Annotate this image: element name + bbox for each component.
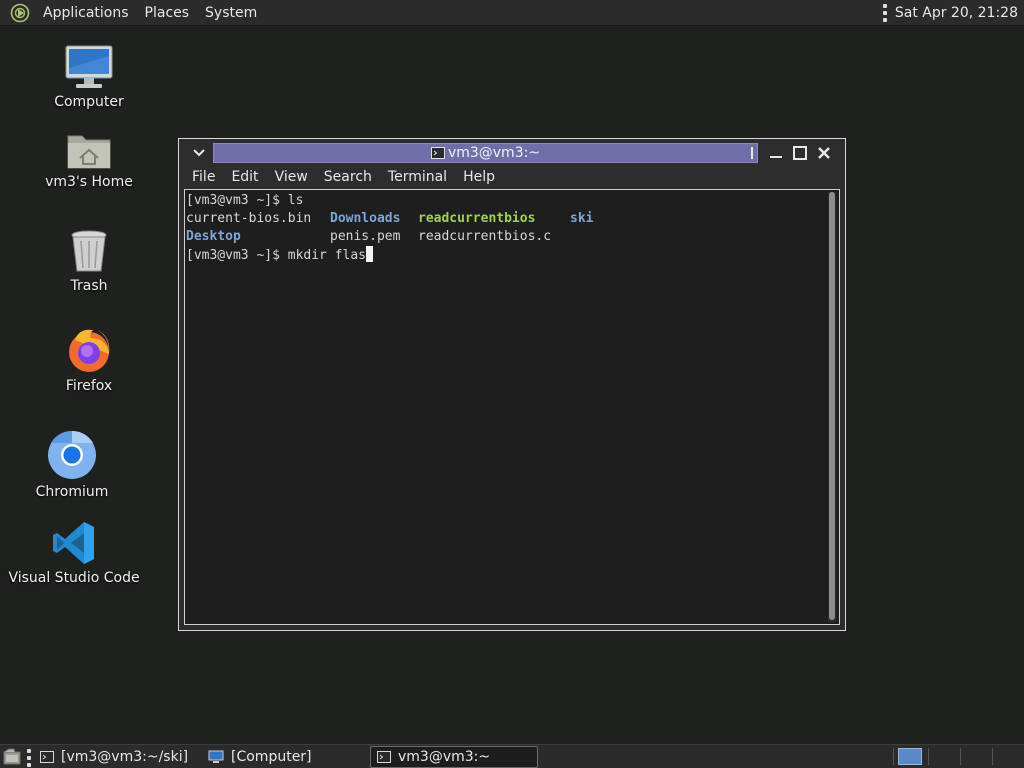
menu-file[interactable]: File — [184, 165, 223, 189]
computer-icon — [208, 750, 224, 763]
firefox-icon — [69, 329, 110, 372]
prompt-command: [vm3@vm3 ~]$ mkdir flas — [186, 248, 367, 263]
taskbar-item-label: [vm3@vm3:~/ski] — [61, 749, 189, 765]
desktop-icon-firefox[interactable]: Firefox — [58, 326, 120, 394]
taskbar-item[interactable]: [vm3@vm3:~/ski] — [34, 746, 202, 768]
chevron-down-icon — [193, 149, 205, 157]
workspace-separator — [893, 748, 894, 765]
taskbar-item-label: vm3@vm3:~ — [398, 749, 491, 765]
scrollbar[interactable] — [828, 192, 836, 622]
ls-entry-directory: Desktop — [186, 229, 241, 244]
taskbar-item[interactable]: [Computer] — [202, 746, 370, 768]
terminal-icon — [430, 147, 445, 159]
system-menu[interactable]: System — [197, 0, 265, 26]
terminal-prompt-line: [vm3@vm3 ~]$ mkdir flas — [186, 246, 839, 264]
applications-menu[interactable]: Applications — [35, 0, 137, 26]
places-menu[interactable]: Places — [137, 0, 198, 26]
desktop-icon-label: Visual Studio Code — [8, 570, 140, 586]
ls-entry-file: current-bios.bin — [186, 211, 312, 226]
separator-icon — [751, 147, 753, 159]
ls-entry-executable: readcurrentbios — [418, 211, 536, 226]
desktop-icon-label: vm3's Home — [45, 174, 133, 190]
show-desktop-icon[interactable] — [3, 748, 21, 765]
terminal-icon — [40, 751, 54, 763]
window-title-bar[interactable]: vm3@vm3:~ — [213, 143, 758, 163]
clock[interactable]: Sat Apr 20, 21:28 — [895, 5, 1018, 21]
titlebar[interactable]: vm3@vm3:~ — [182, 142, 842, 164]
workspace-separator — [928, 748, 929, 765]
taskbar-item-label: [Computer] — [231, 749, 312, 765]
ls-entry-directory: Downloads — [330, 211, 401, 226]
trash-icon — [71, 230, 107, 272]
maximize-button[interactable] — [788, 142, 812, 164]
ls-entry-file: readcurrentbios.c — [418, 229, 552, 244]
home-folder-icon — [67, 135, 111, 169]
menu-help[interactable]: Help — [455, 165, 503, 189]
terminal-window[interactable]: vm3@vm3:~ File Edit View Search Terminal… — [178, 138, 846, 631]
workspace-separator — [992, 748, 993, 765]
workspace-3[interactable] — [962, 748, 990, 765]
text-cursor — [366, 246, 374, 262]
terminal-icon — [377, 751, 391, 763]
window-title: vm3@vm3:~ — [447, 145, 541, 161]
desktop-icon-home[interactable]: vm3's Home — [45, 130, 133, 190]
minimize-icon — [770, 156, 782, 158]
desktop-icon-label: Chromium — [35, 484, 109, 500]
terminal-line: current-bios.bin Downloads readcurrentbios… — [186, 210, 839, 228]
panel-handle-icon[interactable] — [27, 749, 31, 767]
workspace-separator — [960, 748, 961, 765]
ls-entry-directory: ski — [570, 211, 594, 226]
terminal-line: [vm3@vm3 ~]$ ls — [186, 193, 304, 208]
scrollbar-thumb[interactable] — [829, 192, 835, 620]
desktop-icon-vscode[interactable]: Visual Studio Code — [8, 520, 140, 586]
close-icon — [818, 147, 830, 159]
workspace-1[interactable] — [898, 748, 922, 765]
top-panel: Applications Places System Sat Apr 20, 2… — [0, 0, 1024, 26]
terminal-output[interactable]: [vm3@vm3 ~]$ ls current-bios.bin Download… — [184, 189, 840, 625]
computer-icon — [65, 45, 113, 88]
desktop-icon-trash[interactable]: Trash — [58, 228, 120, 294]
window-menu-button[interactable] — [184, 142, 214, 164]
close-button[interactable] — [812, 142, 836, 164]
desktop-icon-label: Computer — [54, 94, 124, 110]
menu-search[interactable]: Search — [316, 165, 380, 189]
desktop-icon-label: Trash — [70, 278, 108, 294]
ls-entry-file: penis.pem — [330, 229, 401, 244]
distro-logo-icon[interactable] — [10, 3, 30, 23]
terminal-line: Desktop penis.pem readcurrentbios.c — [186, 228, 839, 246]
vscode-icon — [53, 522, 94, 564]
workspace-2[interactable] — [930, 748, 958, 765]
pipe-separator — [740, 142, 764, 164]
desktop-icon-chromium[interactable]: Chromium — [36, 430, 108, 500]
menu-terminal[interactable]: Terminal — [380, 165, 455, 189]
menu-view[interactable]: View — [267, 165, 316, 189]
chromium-icon — [48, 430, 96, 479]
panel-handle-icon[interactable] — [882, 4, 887, 22]
maximize-icon — [793, 146, 807, 160]
minimize-button[interactable] — [764, 142, 788, 164]
bottom-panel: [vm3@vm3:~/ski] [Computer] vm3@vm3:~ — [0, 744, 1024, 768]
workspace-4[interactable] — [994, 748, 1022, 765]
desktop-icon-computer[interactable]: Computer — [50, 44, 128, 110]
menu-edit[interactable]: Edit — [223, 165, 266, 189]
desktop-icon-label: Firefox — [65, 378, 113, 394]
terminal-menubar: File Edit View Search Terminal Help — [184, 165, 840, 189]
taskbar-item-active[interactable]: vm3@vm3:~ — [370, 746, 538, 768]
